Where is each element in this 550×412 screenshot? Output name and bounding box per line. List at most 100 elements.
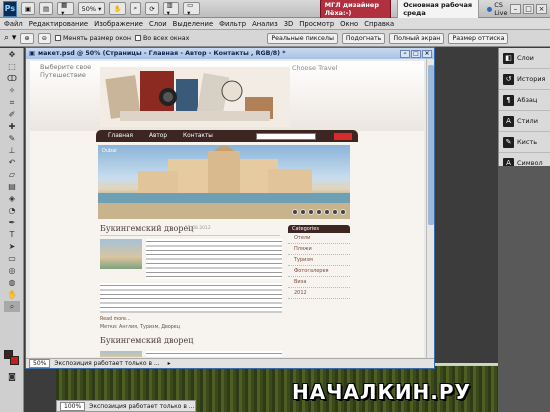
- web-category-item[interactable]: Виза: [288, 277, 350, 288]
- web-nav-author[interactable]: Автор: [149, 133, 167, 139]
- slider-dot[interactable]: [308, 209, 314, 215]
- arrange-documents-button[interactable]: ▥ ▾: [162, 1, 180, 17]
- document-vertical-scrollbar[interactable]: [426, 59, 434, 359]
- zoom-in-icon[interactable]: ⊕: [20, 32, 34, 44]
- crop-tool-icon[interactable]: ⌗: [4, 97, 20, 108]
- status-arrow-icon[interactable]: ▸: [168, 360, 171, 367]
- maximize-button[interactable]: □: [523, 3, 535, 14]
- document-window[interactable]: ▣ макет.psd @ 50% (Страницы - Главная - …: [25, 47, 435, 369]
- resize-windows-checkbox[interactable]: Менять размер окон: [54, 35, 131, 42]
- web-search-button[interactable]: [334, 132, 352, 140]
- shape-tool-icon[interactable]: ▭: [4, 253, 20, 264]
- menu-help[interactable]: Справка: [364, 20, 394, 28]
- history-brush-tool-icon[interactable]: ↶: [4, 157, 20, 168]
- stamp-tool-icon[interactable]: ⊥: [4, 145, 20, 156]
- web-nav-home[interactable]: Главная: [108, 133, 133, 139]
- web-category-item[interactable]: Туризм: [288, 255, 350, 266]
- actual-pixels-button[interactable]: Реальные пикселы: [267, 32, 338, 44]
- fill-screen-button[interactable]: Полный экран: [389, 32, 445, 44]
- minimize-button[interactable]: –: [510, 3, 522, 14]
- eraser-tool-icon[interactable]: ▱: [4, 169, 20, 180]
- pen-tool-icon[interactable]: ✒: [4, 217, 20, 228]
- blur-tool-icon[interactable]: ◈: [4, 193, 20, 204]
- menu-edit[interactable]: Редактирование: [29, 20, 88, 28]
- quick-mask-icon[interactable]: ◙: [4, 371, 20, 382]
- panel-paragraph[interactable]: ¶ Абзац: [499, 90, 550, 111]
- document-canvas[interactable]: Выберите свое Путешествие Choose Travel …: [30, 61, 424, 357]
- menu-layers[interactable]: Слои: [149, 20, 167, 28]
- background-color-swatch[interactable]: [10, 356, 19, 365]
- document-minimize-button[interactable]: –: [400, 49, 410, 58]
- menu-image[interactable]: Изображение: [94, 20, 143, 28]
- mini-bridge-icon: ▤: [43, 4, 50, 13]
- web-category-item[interactable]: Пляжи: [288, 244, 350, 255]
- slider-dot[interactable]: [300, 209, 306, 215]
- dodge-tool-icon[interactable]: ◔: [4, 205, 20, 216]
- marquee-tool-icon[interactable]: ⬚: [4, 61, 20, 72]
- hand-tool-icon[interactable]: ✋: [4, 289, 20, 300]
- web-category-item[interactable]: Фотогалерея: [288, 266, 350, 277]
- zoom-tool-icon[interactable]: ⌕ ▾: [4, 33, 16, 43]
- background-zoom[interactable]: 100%: [60, 401, 86, 411]
- healing-tool-icon[interactable]: ✚: [4, 121, 20, 132]
- document-title-bar[interactable]: ▣ макет.psd @ 50% (Страницы - Главная - …: [26, 48, 434, 59]
- panel-history[interactable]: ↺ История: [499, 69, 550, 90]
- menu-window[interactable]: Окно: [340, 20, 358, 28]
- gradient-tool-icon[interactable]: ▤: [4, 181, 20, 192]
- fit-screen-button[interactable]: Подогнать: [341, 32, 386, 44]
- checkbox-icon: [54, 35, 61, 41]
- 3d-rotate-tool-icon[interactable]: ◎: [4, 265, 20, 276]
- panel-styles[interactable]: A Стили: [499, 111, 550, 132]
- brush-tool-icon[interactable]: ✎: [4, 133, 20, 144]
- menu-filter[interactable]: Фильтр: [219, 20, 246, 28]
- document-zoom-field[interactable]: 50%: [29, 359, 51, 368]
- zoom-out-icon[interactable]: ⊖: [37, 32, 51, 44]
- type-tool-icon[interactable]: T: [4, 229, 20, 240]
- menu-view[interactable]: Просмотр: [299, 20, 334, 28]
- workspace-main-button[interactable]: Основная рабочая среда: [397, 0, 479, 19]
- scrollbar-thumb[interactable]: [428, 65, 434, 225]
- web-search-input[interactable]: [256, 132, 316, 140]
- menu-analysis[interactable]: Анализ: [252, 20, 278, 28]
- web-category-item[interactable]: Отели: [288, 233, 350, 244]
- all-windows-checkbox[interactable]: Во всех окнах: [135, 35, 189, 42]
- mini-bridge-button[interactable]: ▤: [39, 2, 54, 15]
- close-button[interactable]: ×: [536, 3, 548, 14]
- eyedropper-tool-icon[interactable]: ✐: [4, 109, 20, 120]
- panel-layers[interactable]: ◧ Слои: [499, 48, 550, 69]
- slider-dot[interactable]: [324, 209, 330, 215]
- menu-file[interactable]: Файл: [4, 20, 23, 28]
- zoom-level-select[interactable]: 50% ▾: [77, 2, 106, 15]
- quick-select-tool-icon[interactable]: ✧: [4, 85, 20, 96]
- rotate-view-button[interactable]: ⟳: [145, 2, 159, 15]
- web-read-more-link[interactable]: Read more...: [100, 317, 131, 322]
- web-category-item[interactable]: 2012: [288, 288, 350, 299]
- slider-dot[interactable]: [316, 209, 322, 215]
- print-size-button[interactable]: Размер оттиска: [448, 32, 509, 44]
- guides-button[interactable]: ▦ ▾: [57, 1, 74, 17]
- zoom-tool-button[interactable]: ⌕: [129, 2, 142, 15]
- screen-mode-button[interactable]: ▭ ▾: [183, 1, 200, 17]
- rotate-icon: ⟳: [149, 4, 155, 13]
- document-maximize-button[interactable]: □: [411, 49, 421, 58]
- web-categories: Categories Отели Пляжи Туризм Фотогалере…: [288, 225, 350, 299]
- bridge-button[interactable]: ▣: [20, 2, 35, 15]
- slider-dot[interactable]: [332, 209, 338, 215]
- slider-dot[interactable]: [340, 209, 346, 215]
- move-tool-icon[interactable]: ✥: [4, 49, 20, 60]
- web-nav-contacts[interactable]: Контакты: [183, 133, 213, 139]
- panel-dock-empty: [498, 166, 550, 412]
- panel-brush[interactable]: ✎ Кисть: [499, 132, 550, 153]
- options-bar: ⌕ ▾ ⊕ ⊖ Менять размер окон Во всех окнах…: [0, 30, 550, 47]
- slider-dot[interactable]: [292, 209, 298, 215]
- path-select-tool-icon[interactable]: ➤: [4, 241, 20, 252]
- menu-select[interactable]: Выделение: [173, 20, 213, 28]
- menu-3d[interactable]: 3D: [284, 20, 294, 28]
- 3d-orbit-tool-icon[interactable]: ◍: [4, 277, 20, 288]
- workspace-badge[interactable]: МГЛ дизайнер Лёха:-): [319, 0, 392, 19]
- hand-tool-button[interactable]: ✋: [109, 2, 126, 15]
- zoom-tool-icon[interactable]: ⌕: [4, 301, 20, 312]
- document-close-button[interactable]: ×: [422, 49, 432, 58]
- lasso-tool-icon[interactable]: ↀ: [4, 73, 20, 84]
- cs-live-button[interactable]: ● CS Live: [487, 1, 510, 17]
